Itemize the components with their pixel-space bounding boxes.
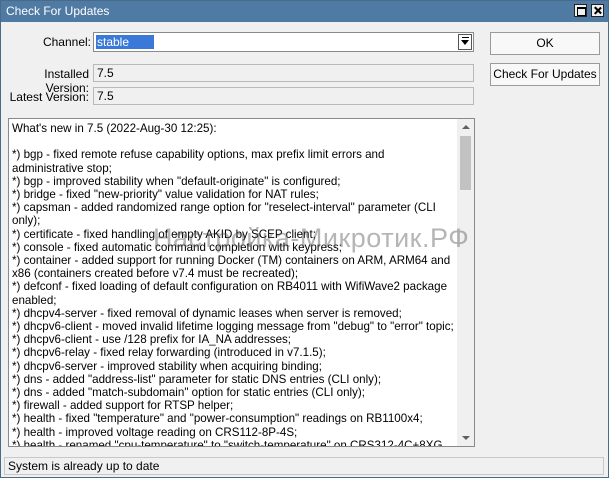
changelog-line: *) dhcpv6-client - moved invalid lifetim… xyxy=(12,320,454,334)
latest-version-field: 7.5 xyxy=(93,87,474,105)
window-title: Check For Updates xyxy=(6,4,110,18)
chevron-down-icon[interactable] xyxy=(458,34,472,50)
changelog-line: *) health - fixed "temperature" and "pow… xyxy=(12,412,423,426)
changelog-line: *) dns - added "address-list" parameter … xyxy=(12,372,382,386)
changelog-line: *) dhcpv6-relay - fixed relay forwarding… xyxy=(12,346,326,360)
changelog-line: *) dhcpv4-server - fixed removal of dyna… xyxy=(12,306,402,320)
channel-select[interactable]: stable xyxy=(93,32,474,52)
vertical-scrollbar[interactable] xyxy=(457,119,474,446)
status-text: System is already up to date xyxy=(8,459,160,473)
changelog-line: *) bridge - fixed "new-priority" value v… xyxy=(12,187,319,201)
channel-label: Channel: xyxy=(42,35,91,49)
latest-version-label: Latest Version: xyxy=(9,90,89,104)
changelog-header: What's new in 7.5 (2022-Aug-30 12:25): xyxy=(12,122,217,135)
changelog-line: *) bgp - fixed remote refuse capability … xyxy=(12,148,385,175)
check-for-updates-button[interactable]: Check For Updates xyxy=(490,63,600,86)
changelog-line: *) dns - added "match-subdomain" option … xyxy=(12,386,365,400)
watermark: Настройка-Микротик.РФ xyxy=(153,223,470,253)
changelog-text: What's new in 7.5 (2022-Aug-30 12:25): *… xyxy=(12,122,456,447)
changelog-line: *) health - improved voltage reading on … xyxy=(12,425,298,439)
installed-version-field: 7.5 xyxy=(93,64,474,82)
scrollbar-thumb[interactable] xyxy=(460,136,471,190)
changelog-line: *) container - added support for running… xyxy=(12,254,451,281)
status-bar: System is already up to date xyxy=(4,457,604,475)
changelog-line: *) health - renamed "cpu-temperature" to… xyxy=(12,438,446,447)
changelog-line: *) dhcpv6-server - improved stability wh… xyxy=(12,359,322,373)
changelog-line: *) bgp - improved stability when "defaul… xyxy=(12,174,341,188)
changelog-line: *) dhcpv6-client - use /128 prefix for I… xyxy=(12,333,292,347)
close-icon[interactable] xyxy=(591,4,604,17)
check-for-updates-window: Check For Updates Channel: stable Instal… xyxy=(0,0,609,478)
maximize-icon[interactable] xyxy=(574,4,587,17)
scroll-up-arrow-icon[interactable] xyxy=(457,119,474,135)
channel-selected-value: stable xyxy=(96,35,154,49)
changelog-textarea[interactable]: What's new in 7.5 (2022-Aug-30 12:25): *… xyxy=(8,118,475,447)
scroll-down-arrow-icon[interactable] xyxy=(457,430,474,446)
ok-button[interactable]: OK xyxy=(490,32,600,55)
changelog-line: *) defconf - fixed loading of default co… xyxy=(12,280,448,307)
title-bar[interactable]: Check For Updates xyxy=(1,1,608,22)
changelog-line: *) firewall - added support for RTSP hel… xyxy=(12,399,234,413)
